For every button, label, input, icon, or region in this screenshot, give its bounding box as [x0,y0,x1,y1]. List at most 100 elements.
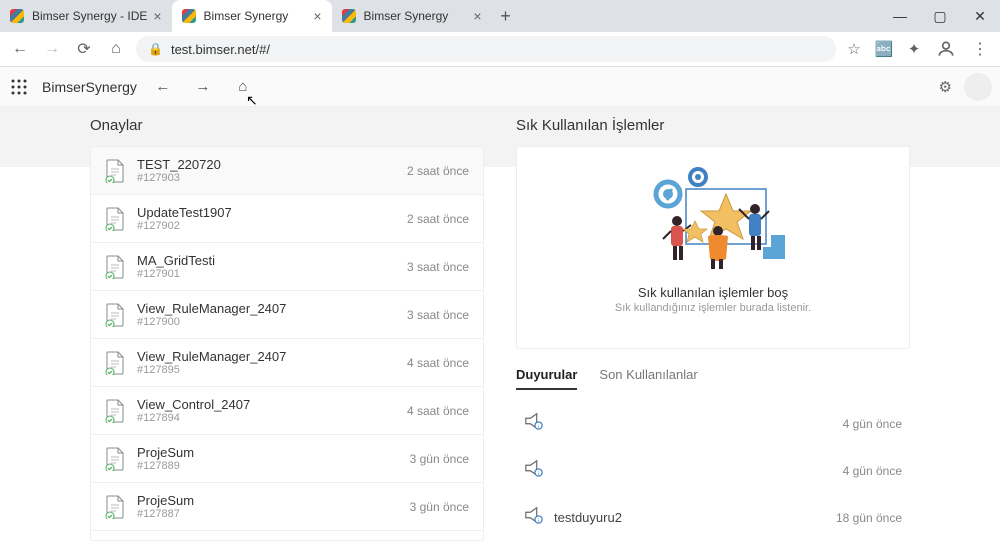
approval-id: #127887 [137,508,410,520]
home-button[interactable]: ⌂ [104,37,128,61]
app-favicon-icon [182,9,196,23]
approval-row[interactable]: ProjeSum#1278873 gün önce [91,483,483,531]
approval-info: ProjeSum#127887 [137,493,410,520]
approvals-column: Onaylar TEST_220720#1279032 saat önceUpd… [90,117,484,541]
app-favicon-icon [342,9,356,23]
nav-back-button[interactable]: ← [149,73,177,101]
document-icon [105,495,125,519]
maximize-button[interactable]: ▢ [920,0,960,32]
document-icon [105,159,125,183]
approval-id: #127895 [137,364,407,376]
tab-recent[interactable]: Son Kullanılanlar [599,367,697,390]
approvals-title: Onaylar [90,117,484,134]
approval-info: MA_GridTesti#127901 [137,253,407,280]
document-icon [105,351,125,375]
url-field[interactable]: 🔒 test.bimser.net/#/ [136,36,836,62]
tabs: Duyurular Son Kullanılanlar [516,367,910,390]
minimize-button[interactable]: — [880,0,920,32]
close-icon[interactable]: × [313,9,321,23]
url-text: test.bimser.net/#/ [171,42,270,57]
browser-chrome: Bimser Synergy - IDE × Bimser Synergy × … [0,0,1000,67]
approval-time: 3 saat önce [407,308,469,322]
star-icon[interactable]: ☆ [844,39,864,59]
announcement-row[interactable]: i 4 gün önce [516,400,910,447]
approval-id: #127889 [137,460,410,472]
app-favicon-icon [10,9,24,23]
megaphone-icon: i [524,412,544,435]
nav-forward-button[interactable]: → [189,73,217,101]
browser-tab[interactable]: Bimser Synergy × [332,0,492,32]
freq-ops-card: Sık kullanılan işlemler boş Sık kullandı… [516,146,910,349]
approval-title: UpdateTest1907 [137,205,407,220]
announcement-time: 18 gün önce [836,511,902,525]
browser-tab[interactable]: Bimser Synergy × [172,0,332,32]
browser-tab[interactable]: Bimser Synergy - IDE × [0,0,172,32]
document-icon [105,255,125,279]
approval-row[interactable]: UpdateTest1907#1279022 saat önce [91,195,483,243]
nav-home-button[interactable]: ⌂ [229,73,257,101]
approval-info: View_Control_2407#127894 [137,397,407,424]
approval-row[interactable]: View_Control_2407#1278944 saat önce [91,387,483,435]
profile-icon[interactable] [934,37,958,61]
svg-text:i: i [538,471,539,477]
extensions-icon[interactable]: ✦ [904,39,924,59]
approval-time: 4 saat önce [407,356,469,370]
approval-time: 3 gün önce [410,500,469,514]
approval-info: UpdateTest1907#127902 [137,205,407,232]
approval-id: #127894 [137,412,407,424]
approval-row[interactable]: View_RuleManager_2407#1278954 saat önce [91,339,483,387]
address-bar: ← → ⟳ ⌂ 🔒 test.bimser.net/#/ ☆ 🔤 ✦ ⋮ [0,32,1000,66]
reload-button[interactable]: ⟳ [72,37,96,61]
document-icon [105,207,125,231]
approval-title: View_RuleManager_2407 [137,349,407,364]
gear-icon[interactable]: ⚙ [939,78,952,96]
document-icon [105,303,125,327]
approval-time: 3 saat önce [407,260,469,274]
menu-icon[interactable]: ⋮ [968,37,992,61]
announcement-row[interactable]: i testduyuru2 18 gün önce [516,494,910,541]
approval-title: ProjeSum [137,493,410,508]
approval-title: MA_GridTesti [137,253,407,268]
approval-row[interactable]: MA_GridTesti#1279013 saat önce [91,243,483,291]
empty-state-title: Sık kullanılan işlemler boş [638,285,788,300]
avatar[interactable] [964,73,992,101]
app-bar: BimserSynergy ← → ⌂ ⚙ [0,67,1000,107]
announcement-list: i4 gün öncei4 gün önceitestduyuru218 gün… [516,400,910,541]
apps-grid-icon[interactable] [8,76,30,98]
close-icon[interactable]: × [153,9,161,23]
approval-info: View_RuleManager_2407#127900 [137,301,407,328]
brand-name: BimserSynergy [42,79,137,95]
svg-text:i: i [538,518,539,524]
megaphone-icon: i [524,506,544,529]
approval-row[interactable]: ProjeSum#1278893 gün önce [91,435,483,483]
forward-button[interactable]: → [40,37,64,61]
announcement-row[interactable]: i4 gün önce [516,447,910,494]
announcement-time: 4 gün önce [843,417,902,431]
approval-row[interactable]: TEST_220720#1279032 saat önce [91,147,483,195]
approval-row[interactable]: View_RuleManager_2407#1279003 saat önce [91,291,483,339]
document-icon [105,447,125,471]
announcement-title: testduyuru2 [554,510,622,525]
close-button[interactable]: ✕ [960,0,1000,32]
tab-title: Bimser Synergy - IDE [32,9,147,23]
tab-announcements[interactable]: Duyurular [516,367,577,390]
approval-info: ProjeSum#127889 [137,445,410,472]
back-button[interactable]: ← [8,37,32,61]
approval-id: #127901 [137,268,407,280]
freq-ops-title: Sık Kullanılan İşlemler [516,117,910,134]
tab-title: Bimser Synergy [364,9,468,23]
new-tab-button[interactable]: + [492,2,520,30]
approval-list[interactable]: TEST_220720#1279032 saat önceUpdateTest1… [90,146,484,541]
approval-title: TEST_220720 [137,157,407,172]
close-icon[interactable]: × [473,9,481,23]
window-controls: — ▢ ✕ [880,0,1000,32]
right-column: Sık Kullanılan İşlemler [516,117,910,541]
svg-text:i: i [538,424,539,430]
approval-time: 2 saat önce [407,164,469,178]
approval-info: View_RuleManager_2407#127895 [137,349,407,376]
tab-title: Bimser Synergy [204,9,308,23]
translate-icon[interactable]: 🔤 [874,39,894,59]
approval-id: #127903 [137,172,407,184]
approval-info: TEST_220720#127903 [137,157,407,184]
approval-id: #127902 [137,220,407,232]
